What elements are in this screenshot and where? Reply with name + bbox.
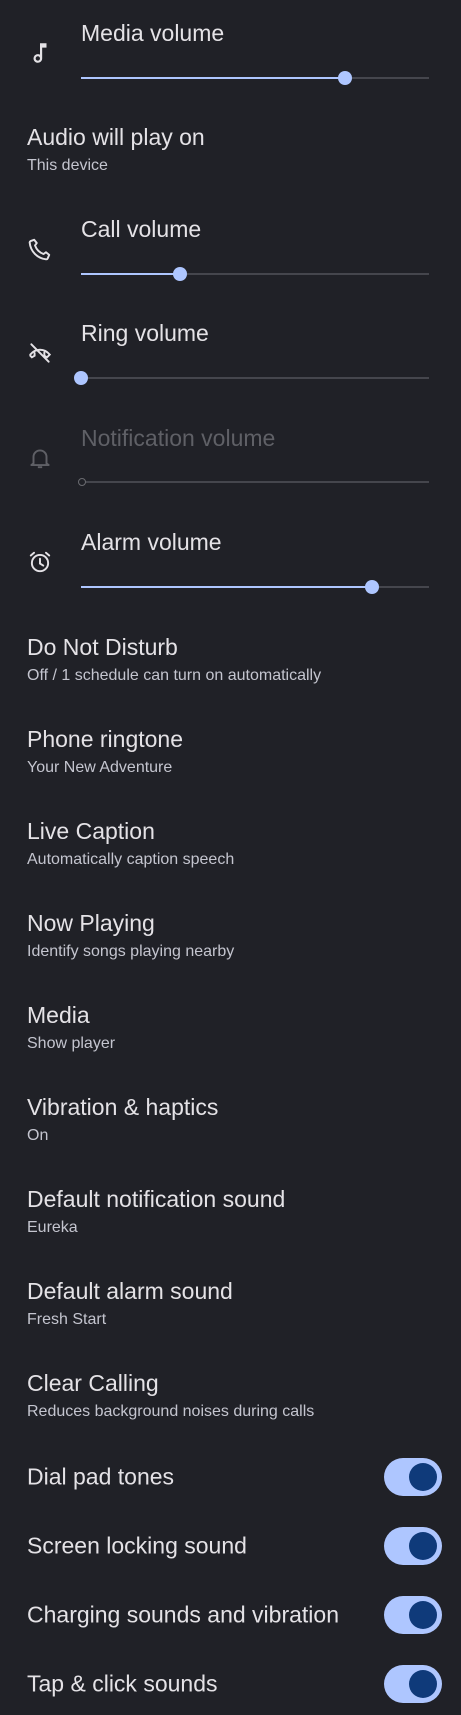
pref-summary: Eureka (27, 1219, 78, 1236)
music-note-icon (27, 40, 53, 66)
pref-title: Vibration & haptics (27, 1094, 219, 1120)
switch-knob (409, 1463, 437, 1491)
pref-title: Now Playing (27, 910, 155, 936)
pref-summary: Reduces background noises during calls (27, 1403, 315, 1420)
call-volume-label: Call volume (81, 216, 202, 242)
pref-title: Clear Calling (27, 1370, 159, 1396)
pref-summary: On (27, 1127, 49, 1144)
tap-click-sounds-switch[interactable] (384, 1665, 442, 1703)
charging-sounds-row[interactable]: Charging sounds and vibration (0, 1584, 461, 1646)
toggle-label: Screen locking sound (27, 1532, 247, 1559)
default-alarm-sound-item[interactable]: Default alarm sound Fresh Start (27, 1278, 437, 1329)
phone-icon (27, 236, 53, 262)
switch-knob (409, 1601, 437, 1629)
dial-pad-tones-switch[interactable] (384, 1458, 442, 1496)
pref-summary: Fresh Start (27, 1311, 107, 1328)
ring-volume-label: Ring volume (81, 320, 209, 346)
pref-title: Phone ringtone (27, 726, 184, 752)
slider-fill (81, 273, 181, 275)
alarm-volume-slider[interactable] (81, 580, 429, 594)
audio-output-summary: This device (27, 157, 108, 174)
call-volume-slider[interactable] (81, 267, 429, 281)
slider-thumb[interactable] (173, 267, 188, 281)
screen-locking-sound-switch[interactable] (384, 1527, 442, 1565)
media-volume-slider[interactable] (81, 71, 429, 85)
pref-title: Do Not Disturb (27, 634, 178, 660)
notification-volume-slider (78, 478, 429, 486)
media-item[interactable]: Media Show player (27, 1002, 437, 1053)
do-not-disturb-item[interactable]: Do Not Disturb Off / 1 schedule can turn… (27, 634, 437, 685)
pref-summary: Show player (27, 1035, 116, 1052)
media-volume-slider-item: Media volume (0, 0, 461, 100)
toggle-label: Dial pad tones (27, 1463, 175, 1490)
pref-summary: Off / 1 schedule can turn on automatical… (27, 667, 322, 684)
tap-click-sounds-row[interactable]: Tap & click sounds (0, 1653, 461, 1715)
ring-volume-slider[interactable] (74, 371, 429, 385)
default-notification-sound-item[interactable]: Default notification sound Eureka (27, 1186, 437, 1237)
dial-pad-tones-row[interactable]: Dial pad tones (0, 1446, 461, 1508)
slider-fill (81, 586, 372, 588)
audio-output-item[interactable]: Audio will play on This device (27, 124, 437, 175)
toggle-label: Tap & click sounds (27, 1670, 218, 1697)
ring-volume-slider-item: Ring volume (0, 300, 461, 400)
switch-knob (409, 1670, 437, 1698)
call-volume-slider-item: Call volume (0, 196, 461, 296)
pref-title: Default alarm sound (27, 1278, 233, 1304)
clear-calling-item[interactable]: Clear Calling Reduces background noises … (27, 1370, 437, 1421)
pref-title: Default notification sound (27, 1186, 286, 1212)
alarm-volume-slider-item: Alarm volume (0, 509, 461, 609)
slider-thumb[interactable] (74, 371, 88, 385)
screen-locking-sound-row[interactable]: Screen locking sound (0, 1515, 461, 1577)
charging-sounds-switch[interactable] (384, 1596, 442, 1634)
alarm-icon (27, 549, 53, 575)
vibration-haptics-item[interactable]: Vibration & haptics On (27, 1094, 437, 1145)
notification-volume-label: Notification volume (81, 425, 276, 451)
slider-thumb (78, 478, 86, 486)
ring-muted-icon (27, 340, 53, 366)
audio-output-title: Audio will play on (27, 124, 205, 150)
pref-title: Live Caption (27, 818, 155, 844)
slider-thumb[interactable] (364, 580, 379, 594)
toggle-label: Charging sounds and vibration (27, 1601, 339, 1628)
pref-summary: Your New Adventure (27, 759, 173, 776)
pref-summary: Automatically caption speech (27, 851, 235, 868)
slider-thumb[interactable] (338, 71, 353, 85)
pref-summary: Identify songs playing nearby (27, 943, 235, 960)
bell-icon (27, 445, 53, 471)
phone-ringtone-item[interactable]: Phone ringtone Your New Adventure (27, 726, 437, 777)
now-playing-item[interactable]: Now Playing Identify songs playing nearb… (27, 910, 437, 961)
live-caption-item[interactable]: Live Caption Automatically caption speec… (27, 818, 437, 869)
notification-volume-slider-item: Notification volume (0, 405, 461, 505)
media-volume-label: Media volume (81, 20, 225, 46)
pref-title: Media (27, 1002, 90, 1028)
switch-knob (409, 1532, 437, 1560)
alarm-volume-label: Alarm volume (81, 529, 222, 555)
slider-fill (81, 77, 346, 79)
